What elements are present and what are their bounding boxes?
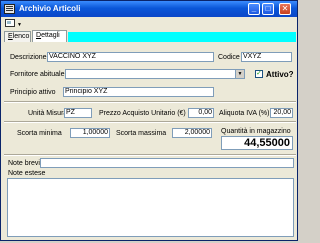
aliquota-field[interactable]: 20,00 — [270, 108, 293, 118]
note-brevi-label: Note brevi — [8, 160, 40, 167]
qta-field[interactable]: 44,55000 — [221, 136, 293, 150]
minimize-button[interactable]: _ — [248, 3, 260, 15]
close-button[interactable]: ✕ — [279, 3, 291, 15]
scorta-min-field[interactable]: 1,00000 — [70, 128, 110, 138]
tab-dettagli[interactable]: Dettagli — [32, 30, 67, 42]
tab-strip: Elenco Dettagli — [4, 30, 296, 42]
descrizione-field[interactable]: VACCINO XYZ — [47, 52, 214, 62]
prezzo-label: Prezzo Acquisto Unitario (€) — [99, 110, 186, 117]
chevron-down-icon[interactable]: ▼ — [235, 70, 244, 78]
fornitore-label: Fornitore abituale — [10, 71, 65, 78]
qta-label: Quantità in magazzino — [221, 128, 291, 135]
fornitore-combo[interactable]: ▼ — [65, 69, 245, 79]
tab-elenco[interactable]: Elenco — [4, 31, 31, 42]
unita-label: Unità Misura — [28, 110, 68, 117]
codice-label: Codice — [218, 54, 240, 61]
attivo-label: Attivo? — [266, 70, 294, 79]
archivio-articoli-window: Archivio Articoli _ □ ✕ ▼ Elenco Dettagl… — [0, 0, 298, 241]
scorta-min-label: Scorta minima — [17, 130, 62, 137]
dettagli-panel: Descrizione VACCINO XYZ Codice VXYZ Forn… — [4, 43, 296, 239]
divider — [4, 101, 296, 103]
divider — [4, 121, 296, 123]
dropdown-arrow-icon[interactable]: ▼ — [17, 23, 22, 28]
tab-dettagli-label: ettagli — [41, 32, 60, 39]
document-icon[interactable] — [5, 19, 15, 27]
note-brevi-field[interactable] — [40, 158, 294, 168]
descrizione-label: Descrizione — [10, 54, 47, 61]
note-estese-label: Note estese — [8, 170, 46, 177]
window-title: Archivio Articoli — [19, 4, 81, 13]
divider — [4, 154, 296, 156]
tab-strip-fill — [68, 32, 296, 42]
aliquota-label: Aliquota IVA (%) — [219, 110, 270, 117]
unita-field[interactable]: PZ — [64, 108, 92, 118]
principio-label: Principio attivo — [10, 89, 56, 96]
attivo-checkbox[interactable]: ✓ — [255, 70, 263, 78]
scorta-max-label: Scorta massima — [116, 130, 167, 137]
codice-field[interactable]: VXYZ — [241, 52, 292, 62]
tab-elenco-label: lenco — [12, 33, 30, 40]
maximize-button[interactable]: □ — [262, 3, 274, 15]
toolbar: ▼ — [1, 17, 297, 31]
note-estese-field[interactable] — [7, 178, 294, 237]
principio-field[interactable]: Principio XYZ — [63, 87, 214, 97]
app-icon — [4, 4, 15, 14]
prezzo-field[interactable]: 0,00 — [188, 108, 214, 118]
title-bar[interactable]: Archivio Articoli _ □ ✕ — [1, 1, 297, 17]
scorta-max-field[interactable]: 2,00000 — [172, 128, 212, 138]
